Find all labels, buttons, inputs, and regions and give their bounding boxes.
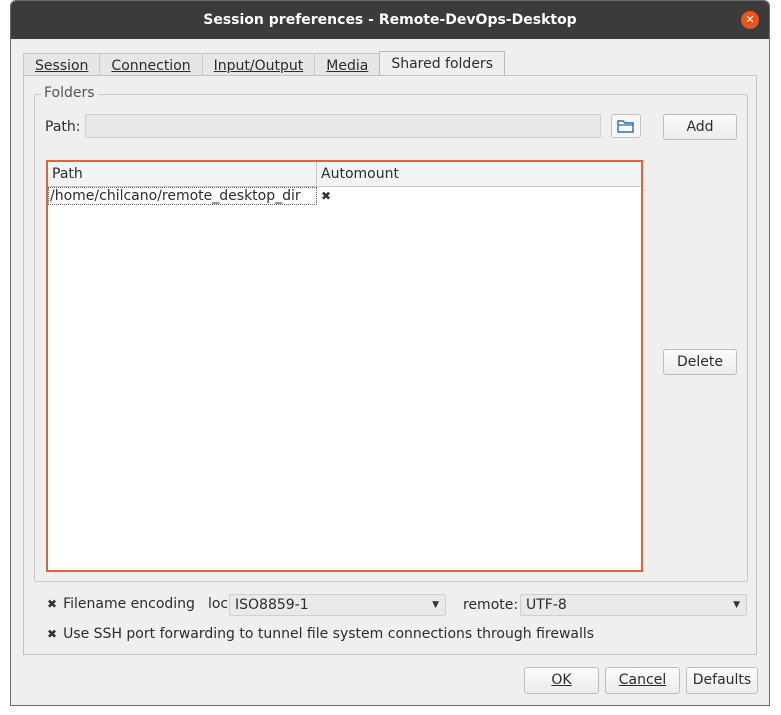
chevron-down-icon: ▼ — [432, 600, 439, 610]
tab-input-output[interactable]: Input/Output — [201, 53, 316, 77]
path-input[interactable] — [85, 114, 601, 138]
cancel-button[interactable]: Cancel — [605, 667, 680, 694]
folders-group: Folders Path: Add Delete Path Automount … — [34, 85, 748, 582]
local-encoding-value: ISO8859-1 — [235, 597, 309, 613]
preferences-dialog: Session preferences - Remote-DevOps-Desk… — [10, 0, 770, 706]
filename-encoding-checkbox[interactable]: ✖ — [47, 597, 57, 611]
cell-path[interactable]: /home/chilcano/remote_desktop_dir — [48, 187, 317, 205]
remote-label: remote: — [463, 597, 519, 613]
column-header-path[interactable]: Path — [48, 162, 317, 186]
delete-button[interactable]: Delete — [663, 349, 737, 375]
shared-folders-table[interactable]: Path Automount /home/chilcano/remote_des… — [46, 160, 643, 572]
filename-encoding-label: Filename encoding — [63, 596, 195, 612]
defaults-button[interactable]: Defaults — [686, 667, 758, 694]
ssh-forwarding-row: ✖ Use SSH port forwarding to tunnel file… — [47, 626, 594, 642]
check-icon: ✖ — [321, 189, 332, 203]
tab-shared-folders[interactable]: Shared folders — [379, 51, 505, 77]
table-header: Path Automount — [48, 162, 641, 187]
browse-folder-button[interactable] — [611, 114, 641, 138]
table-row[interactable]: /home/chilcano/remote_desktop_dir ✖ — [48, 187, 641, 205]
close-icon[interactable]: ✕ — [741, 11, 759, 29]
tab-bar: Session Connection Input/Output Media Sh… — [23, 51, 505, 77]
tab-media[interactable]: Media — [314, 53, 381, 77]
filename-encoding-row: ✖ Filename encoding local: — [47, 596, 245, 612]
tab-session[interactable]: Session — [23, 53, 101, 77]
title-bar: Session preferences - Remote-DevOps-Desk… — [11, 1, 769, 39]
window-title: Session preferences - Remote-DevOps-Desk… — [203, 12, 577, 28]
local-encoding-select[interactable]: ISO8859-1 ▼ — [229, 594, 446, 616]
remote-encoding-select[interactable]: UTF-8 ▼ — [520, 594, 747, 616]
folder-open-icon — [617, 120, 634, 133]
remote-encoding-value: UTF-8 — [526, 597, 567, 613]
ssh-forwarding-label: Use SSH port forwarding to tunnel file s… — [63, 626, 595, 642]
ok-button[interactable]: OK — [524, 667, 599, 694]
path-label: Path: — [45, 119, 81, 135]
automount-checkbox[interactable]: ✖ — [317, 187, 331, 205]
add-button[interactable]: Add — [663, 114, 737, 140]
folders-group-title: Folders — [41, 85, 98, 101]
chevron-down-icon: ▼ — [733, 600, 740, 610]
tab-connection[interactable]: Connection — [99, 53, 203, 77]
ssh-forwarding-checkbox[interactable]: ✖ — [47, 627, 57, 641]
shared-folders-panel: Folders Path: Add Delete Path Automount … — [23, 75, 757, 655]
column-header-automount[interactable]: Automount — [317, 162, 641, 186]
